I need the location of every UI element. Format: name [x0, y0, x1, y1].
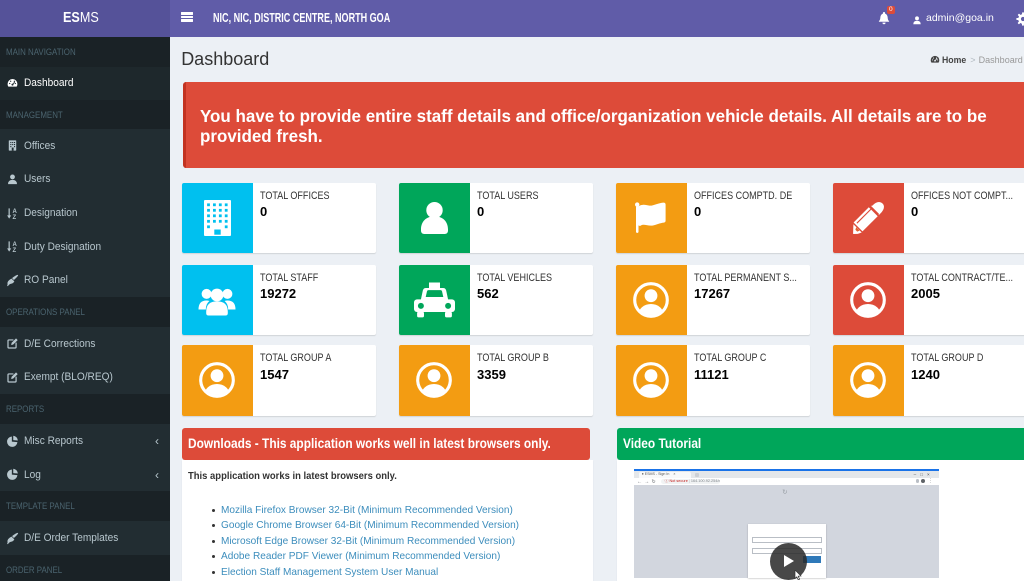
svg-text:Z: Z — [13, 215, 17, 220]
svg-text:Z: Z — [13, 248, 17, 253]
svg-text:A: A — [13, 242, 18, 248]
svg-text:A: A — [13, 208, 18, 214]
